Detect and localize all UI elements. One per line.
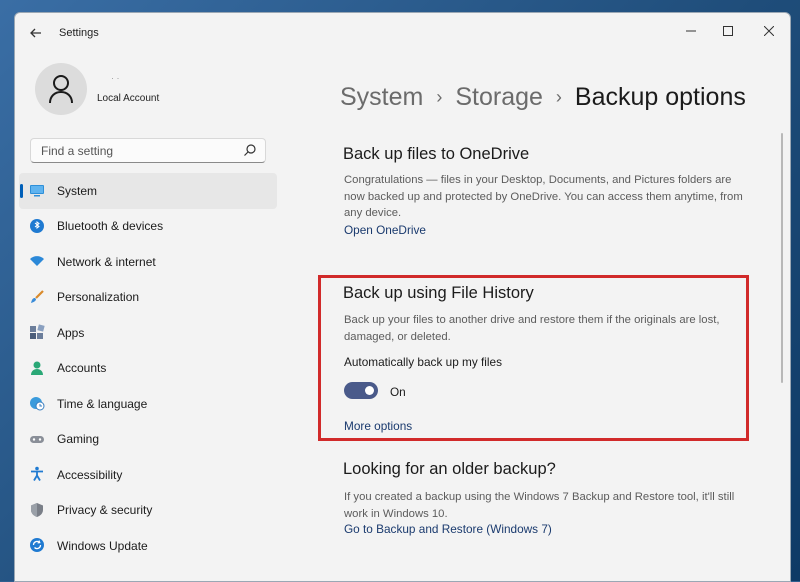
sidebar-item-accounts[interactable]: Accounts [19, 351, 277, 387]
sidebar-item-label: Accessibility [57, 467, 123, 482]
older-backup-description: If you created a backup using the Window… [344, 491, 735, 520]
sidebar-item-label: Accounts [57, 361, 107, 376]
breadcrumb-storage[interactable]: Storage [455, 83, 543, 112]
onedrive-section-title: Back up files to OneDrive [343, 145, 530, 163]
search-input[interactable] [39, 142, 233, 160]
page-title: Backup options [574, 83, 746, 111]
user-icon [49, 75, 73, 104]
sidebar-item-time-language[interactable]: Time & language [19, 386, 277, 422]
toggle-knob [365, 386, 374, 395]
sidebar-item-network[interactable]: Network & internet [19, 244, 277, 280]
sidebar-item-label: Bluetooth & devices [57, 219, 164, 234]
sidebar-item-accessibility[interactable]: Accessibility [19, 457, 277, 493]
accessibility-icon [29, 466, 45, 482]
profile-email: · · [111, 73, 120, 83]
maximize-button[interactable] [714, 19, 742, 43]
sidebar-item-system[interactable]: System [19, 173, 277, 209]
back-arrow-icon [30, 28, 41, 38]
file-history-section-title: Back up using File History [343, 284, 534, 302]
close-icon [763, 25, 775, 37]
breadcrumb-system[interactable]: System [340, 83, 423, 112]
chevron-right-icon: › [555, 87, 562, 107]
toggle-state-label: On [390, 385, 406, 399]
scrollbar[interactable] [781, 133, 783, 383]
person-icon [29, 360, 45, 376]
sidebar-item-label: Privacy & security [57, 503, 153, 518]
active-indicator [20, 184, 23, 198]
minimize-icon [686, 30, 696, 32]
settings-window: Settings · · Local Account Find a settin… [14, 12, 791, 582]
sidebar-item-label: Personalization [57, 290, 140, 305]
breadcrumb: System › Storage › Backup options [340, 83, 746, 112]
sidebar-item-personalization[interactable]: Personalization [19, 280, 277, 316]
onedrive-description: Congratulations — files in your Desktop,… [344, 174, 743, 219]
backup-restore-link[interactable]: Go to Backup and Restore (Windows 7) [344, 522, 552, 536]
avatar[interactable] [35, 63, 87, 115]
chevron-right-icon: › [436, 87, 443, 107]
sidebar-item-label: System [57, 183, 98, 198]
file-history-description: Back up your files to another drive and … [344, 314, 720, 343]
apps-icon [29, 324, 45, 340]
title-bar: Settings [15, 13, 790, 53]
close-button[interactable] [755, 19, 783, 43]
search-box [30, 138, 266, 163]
more-options-link[interactable]: More options [344, 419, 412, 433]
brush-icon [29, 289, 45, 305]
back-button[interactable] [25, 23, 47, 43]
sidebar-item-bluetooth[interactable]: Bluetooth & devices [19, 209, 277, 245]
sidebar-item-label: Windows Update [57, 538, 148, 553]
sidebar-nav: System Bluetooth & devices Network & int… [19, 173, 277, 564]
open-onedrive-link[interactable]: Open OneDrive [344, 223, 426, 237]
gamepad-icon [29, 431, 45, 447]
shield-icon [29, 502, 45, 518]
auto-backup-toggle[interactable] [344, 382, 378, 399]
maximize-icon [723, 26, 733, 36]
profile-name: Local Account [97, 93, 160, 104]
sidebar-item-apps[interactable]: Apps [19, 315, 277, 351]
sidebar-item-gaming[interactable]: Gaming [19, 422, 277, 458]
app-title: Settings [59, 27, 99, 39]
sidebar-item-label: Network & internet [57, 254, 156, 269]
search-icon[interactable] [243, 143, 257, 157]
bluetooth-icon [29, 218, 45, 234]
system-icon [29, 182, 45, 198]
update-icon [29, 537, 45, 553]
sidebar-item-label: Time & language [57, 396, 148, 411]
globe-clock-icon [29, 395, 45, 411]
sidebar-item-privacy[interactable]: Privacy & security [19, 493, 277, 529]
sidebar-item-windows-update[interactable]: Windows Update [19, 528, 277, 564]
sidebar-item-label: Gaming [57, 432, 100, 447]
minimize-button[interactable] [677, 19, 705, 43]
sidebar-item-label: Apps [57, 325, 85, 340]
wifi-icon [29, 253, 45, 269]
older-backup-section-title: Looking for an older backup? [343, 460, 556, 478]
auto-backup-label: Automatically back up my files [344, 355, 503, 369]
